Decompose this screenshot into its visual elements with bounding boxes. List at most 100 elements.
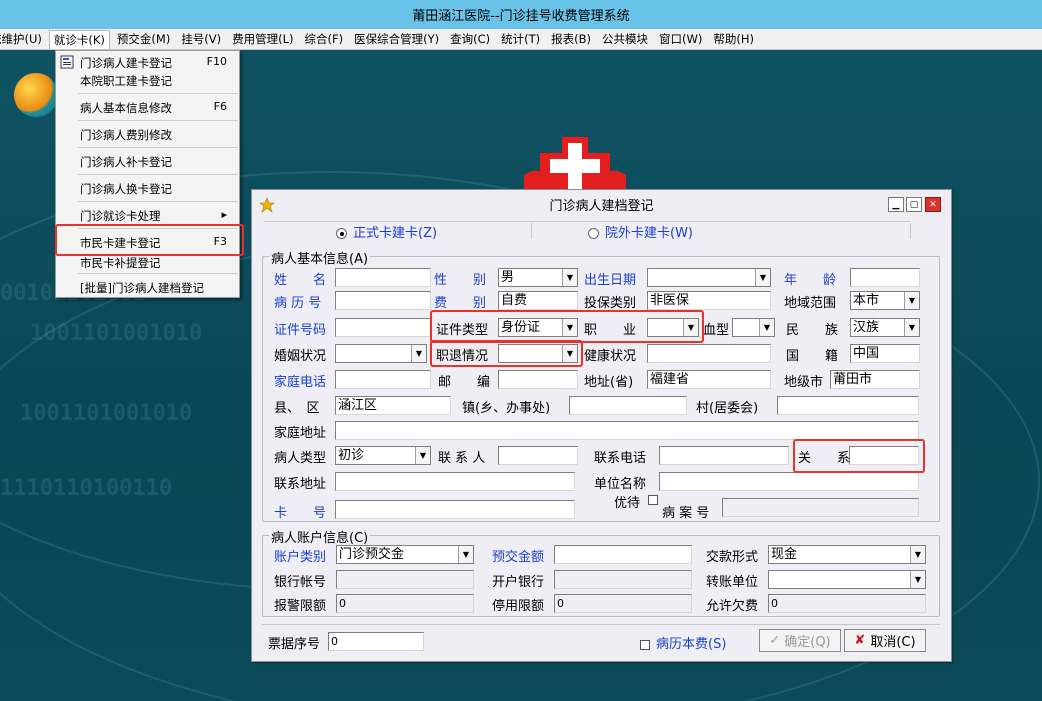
province-input[interactable]: 福建省 xyxy=(647,370,771,389)
ptype-select[interactable]: 初诊 ▼ xyxy=(335,446,431,465)
alarm-input[interactable]: 0 xyxy=(336,594,474,613)
gender-label: 性 别 xyxy=(434,273,487,288)
menu-maintenance[interactable]: 统维护(U) xyxy=(0,30,46,49)
village-input[interactable] xyxy=(777,396,919,415)
divider xyxy=(910,223,911,239)
age-label: 年 龄 xyxy=(784,273,837,288)
basic-info-title: 病人基本信息(A) xyxy=(269,248,371,267)
dropdown-arrow-icon: ▼ xyxy=(458,546,473,563)
blood-select[interactable]: ▼ xyxy=(732,318,775,337)
dropdown-arrow-icon: ▼ xyxy=(910,571,925,588)
company-input[interactable] xyxy=(659,472,919,491)
homephone-input[interactable] xyxy=(335,370,431,389)
menu-register[interactable]: 挂号(V) xyxy=(177,30,225,49)
menu-item-modify-fee[interactable]: 门诊病人费别修改 xyxy=(80,127,235,143)
menu-prepay[interactable]: 预交金(M) xyxy=(113,30,174,49)
receipt-input[interactable]: 0 xyxy=(328,632,424,651)
payform-select[interactable]: 现金 ▼ xyxy=(768,545,926,564)
menu-report[interactable]: 报表(B) xyxy=(547,30,595,49)
town-input[interactable] xyxy=(569,396,687,415)
ok-button[interactable]: ✓ 确定(Q) xyxy=(759,629,841,652)
county-label: 县、 区 xyxy=(274,401,320,416)
menu-item-citizen-card-reissue[interactable]: 市民卡补提登记 xyxy=(80,255,235,271)
zip-input[interactable] xyxy=(498,370,578,389)
stop-input[interactable]: 0 xyxy=(554,594,692,613)
prepay-label: 预交金额 xyxy=(492,550,545,565)
case-input[interactable] xyxy=(722,498,919,517)
contactphone-input[interactable] xyxy=(659,446,789,465)
ethnic-label: 民 族 xyxy=(786,323,839,338)
idno-input[interactable] xyxy=(335,318,431,337)
homeaddr-input[interactable] xyxy=(335,421,919,440)
zip-label: 邮 编 xyxy=(438,375,491,390)
menu-public[interactable]: 公共模块 xyxy=(598,30,652,49)
menu-item-card-processing[interactable]: 门诊就诊卡处理 ▸ xyxy=(80,208,235,224)
homeaddr-label: 家庭地址 xyxy=(274,426,327,441)
bank-input[interactable] xyxy=(554,570,692,589)
menu-item-citizen-card[interactable]: 市民卡建卡登记 F3 xyxy=(80,235,235,251)
prepay-input[interactable] xyxy=(554,545,692,564)
bankacc-input[interactable] xyxy=(336,570,474,589)
menu-item-outpatient-card[interactable]: 门诊病人建卡登记 F10 xyxy=(80,55,235,71)
ethnic-select[interactable]: 汉族 ▼ xyxy=(850,318,920,337)
cancel-x-icon: ✘ xyxy=(854,633,866,648)
menu-general[interactable]: 综合(F) xyxy=(301,30,348,49)
acctype-label: 账户类别 xyxy=(274,550,327,565)
menu-window[interactable]: 窗口(W) xyxy=(655,30,706,49)
record-input[interactable] xyxy=(335,291,431,310)
nation-input[interactable]: 中国 xyxy=(850,344,920,363)
retire-select[interactable]: ▼ xyxy=(498,344,578,363)
radio-outside-card[interactable]: 院外卡建卡(W) xyxy=(588,222,693,241)
card-input[interactable] xyxy=(335,500,575,519)
menu-help[interactable]: 帮助(H) xyxy=(709,30,758,49)
idtype-select[interactable]: 身份证 ▼ xyxy=(498,318,578,337)
name-input[interactable] xyxy=(335,268,431,287)
menu-separator xyxy=(78,201,238,202)
owe-input[interactable]: 0 xyxy=(768,594,926,613)
contactaddr-label: 联系地址 xyxy=(274,477,327,492)
province-label: 地址(省) xyxy=(584,375,634,390)
marital-select[interactable]: ▼ xyxy=(335,344,427,363)
menu-statistics[interactable]: 统计(T) xyxy=(497,30,544,49)
bookfee-checkbox[interactable]: 病历本费(S) xyxy=(640,633,726,652)
minimize-icon[interactable]: ▁ xyxy=(888,197,904,212)
cancel-button[interactable]: ✘ 取消(C) xyxy=(844,629,926,652)
close-icon[interactable]: ✕ xyxy=(925,197,941,212)
menu-card[interactable]: 就诊卡(K) xyxy=(48,29,110,49)
receipt-label: 票据序号 xyxy=(268,637,321,652)
health-input[interactable] xyxy=(647,344,771,363)
contact-label: 联 系 人 xyxy=(438,451,486,466)
divider xyxy=(531,223,532,239)
contact-input[interactable] xyxy=(498,446,578,465)
maximize-icon[interactable]: ▢ xyxy=(906,197,922,212)
menu-insurance[interactable]: 医保综合管理(Y) xyxy=(350,30,443,49)
age-input[interactable] xyxy=(850,268,920,287)
menu-item-replace-card[interactable]: 门诊病人换卡登记 xyxy=(80,181,235,197)
checkbox-icon xyxy=(648,494,658,505)
red-cross-emblem-icon xyxy=(524,137,626,191)
background-binary: 1110110100110 xyxy=(0,476,173,501)
county-input[interactable]: 涵江区 xyxy=(335,396,451,415)
relation-input[interactable] xyxy=(849,446,919,465)
menu-item-modify-info[interactable]: 病人基本信息修改 F6 xyxy=(80,100,235,116)
job-select[interactable]: ▼ xyxy=(647,318,699,337)
menu-fee[interactable]: 费用管理(L) xyxy=(228,30,297,49)
acctype-select[interactable]: 门诊预交金 ▼ xyxy=(336,545,474,564)
idno-label: 证件号码 xyxy=(274,323,327,338)
radio-selected-icon xyxy=(336,228,347,239)
transfer-select[interactable]: ▼ xyxy=(768,570,926,589)
gender-select[interactable]: 男 ▼ xyxy=(498,268,578,287)
name-label: 姓 名 xyxy=(274,273,327,288)
menu-query[interactable]: 查询(C) xyxy=(446,30,494,49)
menu-item-staff-card[interactable]: 本院职工建卡登记 xyxy=(80,73,235,89)
radio-formal-card[interactable]: 正式卡建卡(Z) xyxy=(336,222,437,241)
menu-item-reissue-card[interactable]: 门诊病人补卡登记 xyxy=(80,154,235,170)
region-select[interactable]: 本市 ▼ xyxy=(850,291,920,310)
insure-input[interactable]: 非医保 xyxy=(647,291,771,310)
city-input[interactable]: 莆田市 xyxy=(830,370,920,389)
birth-date-picker[interactable]: ▼ xyxy=(647,268,771,287)
contactaddr-input[interactable] xyxy=(335,472,575,491)
menu-item-batch-register[interactable]: [批量]门诊病人建档登记 xyxy=(80,280,235,296)
window-title: 莆田涵江医院--门诊挂号收费管理系统 xyxy=(412,9,630,24)
fee-input[interactable]: 自费 xyxy=(498,291,578,310)
